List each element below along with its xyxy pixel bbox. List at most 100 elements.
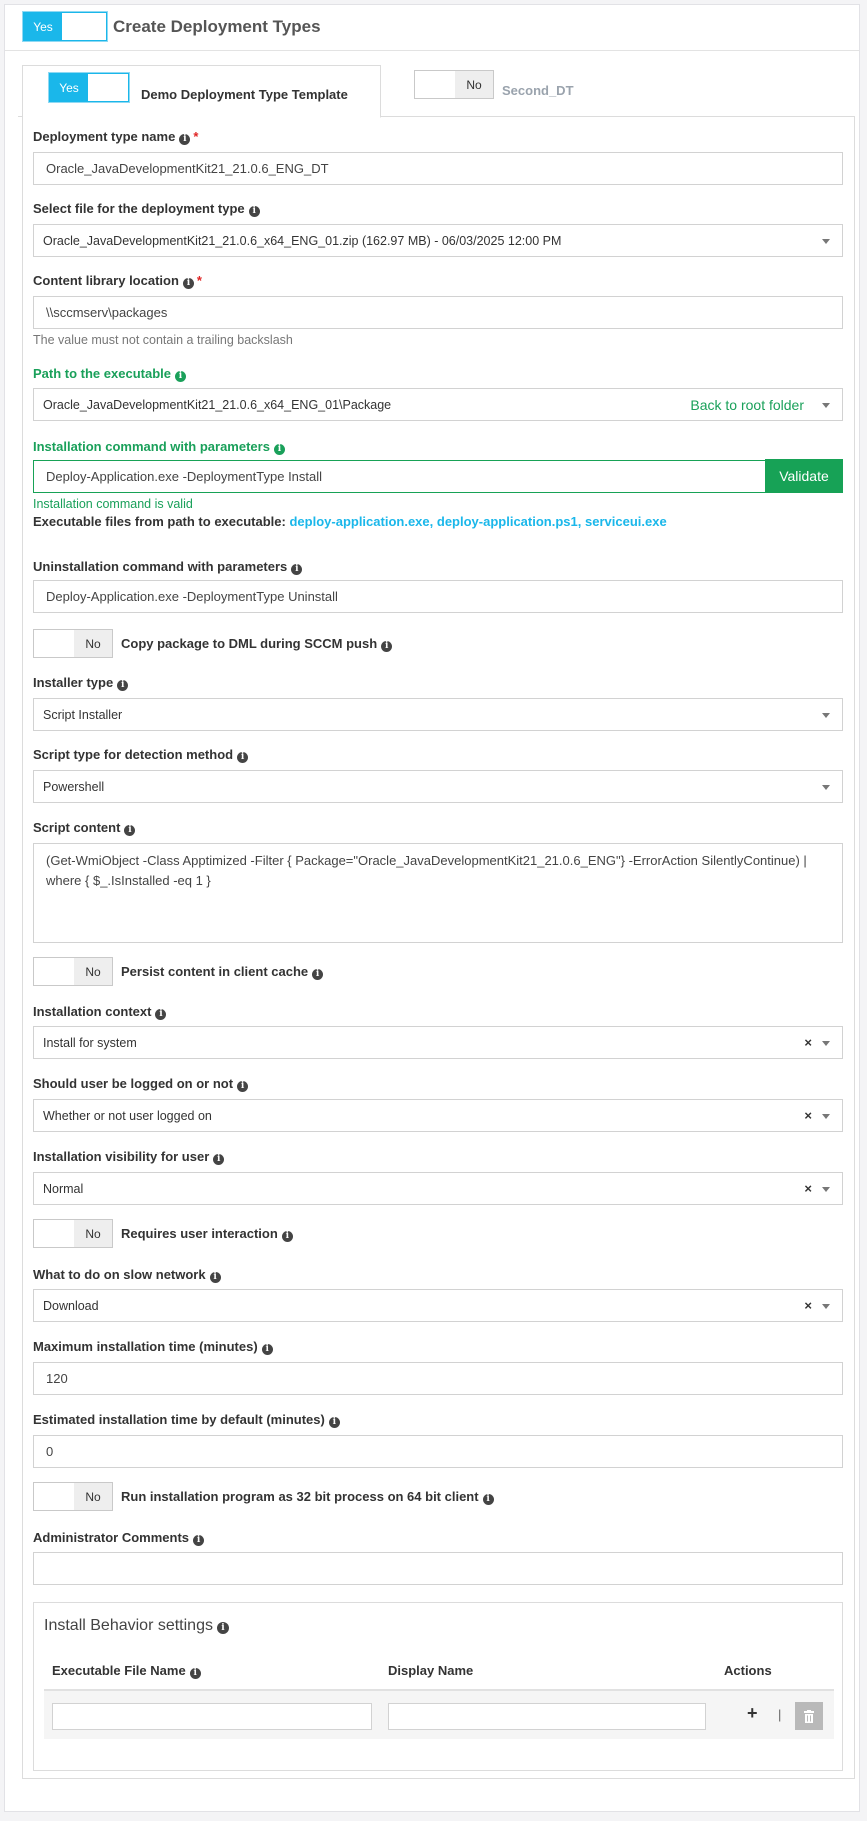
copy-dml-label: Copy package to DML during SCCM push i xyxy=(121,636,393,652)
uninstall-cmd-label: Uninstallation command with parameters i xyxy=(33,559,303,575)
info-icon: i xyxy=(189,1668,201,1679)
install-cmd-input[interactable]: Deploy-Application.exe -DeploymentType I… xyxy=(33,460,766,493)
visibility-label: Installation visibility for user i xyxy=(33,1149,225,1165)
info-icon: i xyxy=(328,1417,340,1428)
est-time-label: Estimated installation time by default (… xyxy=(33,1412,340,1428)
info-icon: i xyxy=(261,1344,273,1355)
validate-button[interactable]: Validate xyxy=(765,459,843,493)
page-title: Create Deployment Types xyxy=(113,17,321,36)
dt-tabs: Yes Demo Deployment Type Template No Sec… xyxy=(18,61,855,118)
exe-file-link[interactable]: deploy-application.exe xyxy=(289,514,429,529)
content-lib-hint: The value must not contain a trailing ba… xyxy=(33,333,293,347)
exe-path-label: Path to the executable i xyxy=(33,366,186,382)
tab-demo-template[interactable]: Yes Demo Deployment Type Template xyxy=(22,65,381,118)
user-logged-label: Should user be logged on or not i xyxy=(33,1076,249,1092)
install-context-label: Installation context i xyxy=(33,1004,167,1020)
clear-icon[interactable]: × xyxy=(804,1108,812,1123)
install-behavior-section: Install Behavior settings i Executable Fi… xyxy=(33,1602,843,1771)
exe-file-name-input[interactable] xyxy=(52,1703,372,1730)
exe-path-dropdown[interactable]: Oracle_JavaDevelopmentKit21_21.0.6_x64_E… xyxy=(33,388,843,421)
chevron-down-icon xyxy=(822,239,830,244)
content-lib-label: Content library location i * xyxy=(33,273,202,289)
persist-cache-toggle[interactable]: No xyxy=(33,957,113,986)
info-icon: i xyxy=(209,1272,221,1283)
toggle-no-label: No xyxy=(74,1483,112,1510)
install-behavior-title: Install Behavior settings i xyxy=(44,1617,229,1635)
chevron-down-icon xyxy=(822,713,830,718)
script-content-textarea[interactable]: (Get-WmiObject -Class Apptimized -Filter… xyxy=(33,843,843,943)
script-type-dropdown[interactable]: Powershell xyxy=(33,770,843,803)
required-asterisk: * xyxy=(193,129,199,144)
content-lib-input[interactable]: \\sccmserv\packages xyxy=(33,296,843,329)
page: Yes Create Deployment Types Yes Demo Dep… xyxy=(4,4,860,1812)
exe-files-line: Executable files from path to executable… xyxy=(33,514,667,529)
delete-button[interactable] xyxy=(795,1702,823,1730)
action-separator: | xyxy=(778,1707,782,1722)
installer-type-dropdown[interactable]: Script Installer xyxy=(33,698,843,731)
display-name-input[interactable] xyxy=(388,1703,706,1730)
info-icon: i xyxy=(237,1081,249,1092)
toggle-yes-label: Yes xyxy=(24,13,62,40)
user-logged-dropdown[interactable]: Whether or not user logged on × xyxy=(33,1099,843,1132)
clear-icon[interactable]: × xyxy=(804,1181,812,1196)
info-icon: i xyxy=(237,752,249,763)
header: Yes Create Deployment Types xyxy=(5,5,859,51)
toggle-no-label: No xyxy=(74,958,112,985)
slow-network-label: What to do on slow network i xyxy=(33,1267,221,1283)
select-file-label: Select file for the deployment type i xyxy=(33,201,260,217)
max-time-input[interactable]: 120 xyxy=(33,1362,843,1395)
required-asterisk: * xyxy=(196,273,202,288)
info-icon: i xyxy=(193,1535,205,1546)
chevron-down-icon xyxy=(822,1187,830,1192)
info-icon: i xyxy=(213,1154,225,1165)
add-icon[interactable]: + xyxy=(747,1703,758,1724)
dt-name-input[interactable]: Oracle_JavaDevelopmentKit21_21.0.6_ENG_D… xyxy=(33,152,843,185)
install-context-dropdown[interactable]: Install for system × xyxy=(33,1026,843,1059)
clear-icon[interactable]: × xyxy=(804,1035,812,1050)
slow-network-dropdown[interactable]: Download × xyxy=(33,1289,843,1322)
col-exe-header: Executable File Name i xyxy=(52,1663,201,1679)
exe-file-link[interactable]: serviceui.exe xyxy=(585,514,667,529)
info-icon: i xyxy=(216,1622,229,1634)
back-to-root-link[interactable]: Back to root folder xyxy=(690,397,804,413)
info-icon: i xyxy=(182,278,194,289)
col-display-header: Display Name xyxy=(388,1663,474,1678)
tab-demo-toggle[interactable]: Yes xyxy=(49,73,129,102)
chevron-down-icon xyxy=(822,403,830,408)
toggle-no-label: No xyxy=(455,71,493,98)
est-time-input[interactable]: 0 xyxy=(33,1435,843,1468)
chevron-down-icon xyxy=(822,1114,830,1119)
tab-second-toggle[interactable]: No xyxy=(414,70,494,99)
user-interaction-toggle[interactable]: No xyxy=(33,1219,113,1248)
chevron-down-icon xyxy=(822,1041,830,1046)
run-32bit-toggle[interactable]: No xyxy=(33,1482,113,1511)
info-icon: i xyxy=(312,969,324,980)
installer-type-label: Installer type i xyxy=(33,675,129,691)
info-icon: i xyxy=(155,1009,167,1020)
chevron-down-icon xyxy=(822,785,830,790)
script-type-label: Script type for detection method i xyxy=(33,747,249,763)
user-interaction-label: Requires user interaction i xyxy=(121,1226,293,1242)
clear-icon[interactable]: × xyxy=(804,1298,812,1313)
info-icon: i xyxy=(281,1231,293,1242)
info-icon: i xyxy=(273,444,285,455)
install-cmd-valid-text: Installation command is valid xyxy=(33,497,193,511)
toggle-no-label: No xyxy=(74,1220,112,1247)
trash-icon xyxy=(804,1709,814,1723)
uninstall-cmd-input[interactable]: Deploy-Application.exe -DeploymentType U… xyxy=(33,580,843,613)
copy-dml-toggle[interactable]: No xyxy=(33,629,113,658)
script-content-label: Script content i xyxy=(33,820,136,836)
dt-name-label: Deployment type name i * xyxy=(33,129,199,145)
info-icon: i xyxy=(174,371,186,382)
create-dt-toggle[interactable]: Yes xyxy=(23,12,107,41)
tab-second-dt[interactable]: Second_DT xyxy=(502,83,574,98)
info-icon: i xyxy=(117,680,129,691)
visibility-dropdown[interactable]: Normal × xyxy=(33,1172,843,1205)
select-file-dropdown[interactable]: Oracle_JavaDevelopmentKit21_21.0.6_x64_E… xyxy=(33,224,843,257)
exe-file-link[interactable]: deploy-application.ps1 xyxy=(437,514,578,529)
admin-comments-input[interactable] xyxy=(33,1552,843,1585)
chevron-down-icon xyxy=(822,1304,830,1309)
info-icon: i xyxy=(124,825,136,836)
info-icon: i xyxy=(179,134,191,145)
persist-cache-label: Persist content in client cache i xyxy=(121,964,324,980)
